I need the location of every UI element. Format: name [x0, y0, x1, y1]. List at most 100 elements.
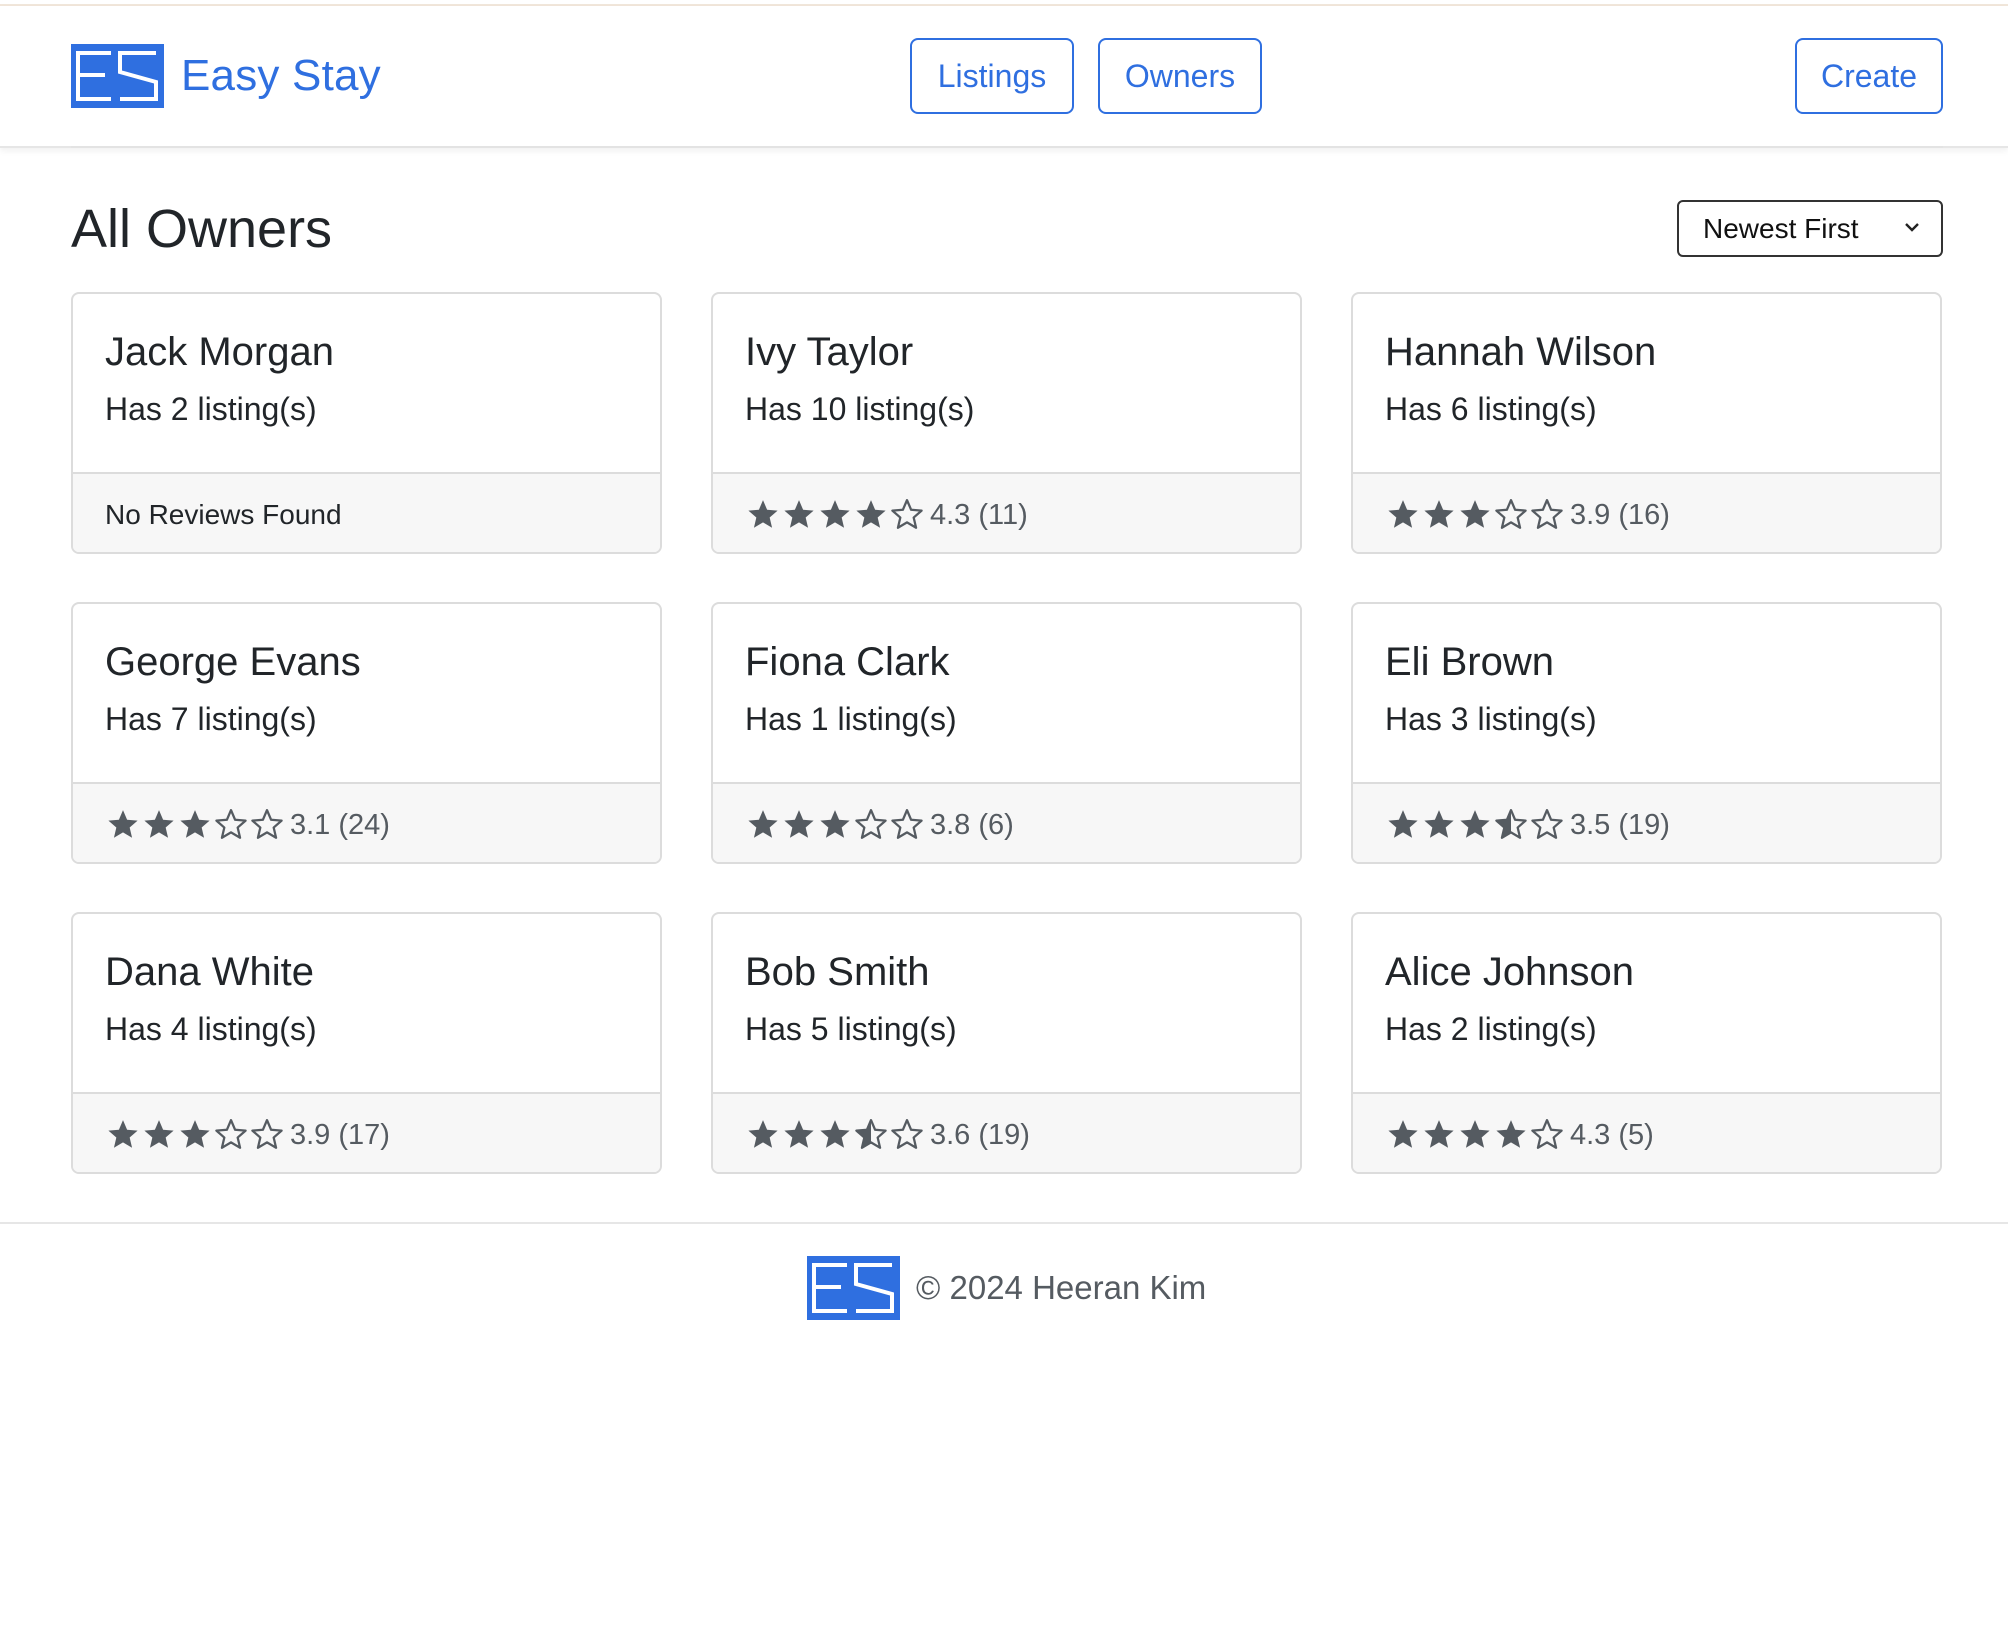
star-half-icon — [855, 1118, 887, 1149]
listings-button[interactable]: Listings — [910, 38, 1074, 114]
es-logo-icon — [71, 44, 164, 108]
star-filled-icon — [820, 1120, 850, 1148]
rating-stars: 3.8 (6) — [745, 808, 1014, 842]
star-empty-icon — [251, 808, 283, 839]
owner-name[interactable]: Dana White — [105, 948, 628, 996]
owner-name[interactable]: Hannah Wilson — [1385, 328, 1908, 376]
owner-card-footer: 3.5 (19) — [1353, 782, 1940, 862]
owner-card[interactable]: Alice Johnson Has 2 listing(s) 4.3 (5) — [1351, 912, 1942, 1174]
owner-card[interactable]: Jack Morgan Has 2 listing(s) No Reviews … — [71, 292, 662, 554]
owner-card[interactable]: Bob Smith Has 5 listing(s) 3.6 (19) — [711, 912, 1302, 1174]
listing-count: Has 7 listing(s) — [105, 701, 317, 737]
star-filled-icon — [748, 1120, 778, 1148]
brand-link[interactable]: Easy Stay — [71, 44, 381, 108]
owner-card-footer: 3.6 (19) — [713, 1092, 1300, 1172]
star-filled-icon — [1388, 1120, 1418, 1148]
rating-stars: 3.1 (24) — [105, 808, 390, 842]
star-empty-icon — [1531, 1118, 1563, 1149]
owner-card-body: Hannah Wilson Has 6 listing(s) — [1353, 294, 1940, 472]
owner-card-footer: 3.8 (6) — [713, 782, 1300, 862]
star-filled-icon — [144, 810, 174, 838]
owner-card-footer: 4.3 (11) — [713, 472, 1300, 552]
owner-name[interactable]: Bob Smith — [745, 948, 1268, 996]
rating-text: 3.1 (24) — [290, 808, 390, 841]
owner-card-body: Eli Brown Has 3 listing(s) — [1353, 604, 1940, 782]
owner-name[interactable]: Jack Morgan — [105, 328, 628, 376]
star-filled-icon — [180, 810, 210, 838]
star-filled-icon — [108, 810, 138, 838]
star-empty-icon — [1531, 808, 1563, 839]
owner-card[interactable]: Hannah Wilson Has 6 listing(s) 3.9 (16) — [1351, 292, 1942, 554]
star-filled-icon — [1496, 1120, 1526, 1148]
rating-stars: 3.9 (17) — [105, 1118, 390, 1152]
listing-count: Has 10 listing(s) — [745, 391, 975, 427]
rating-stars: 4.3 (5) — [1385, 1118, 1654, 1152]
owner-name[interactable]: Eli Brown — [1385, 638, 1908, 686]
star-empty-icon — [1495, 498, 1527, 529]
owners-button[interactable]: Owners — [1098, 38, 1262, 114]
owner-card[interactable]: Dana White Has 4 listing(s) 3.9 (17) — [71, 912, 662, 1174]
star-filled-icon — [1388, 500, 1418, 528]
listing-count: Has 5 listing(s) — [745, 1011, 957, 1047]
rating-text: 3.9 (16) — [1570, 498, 1670, 531]
star-filled-icon — [856, 500, 886, 528]
rating-text: 4.3 (11) — [930, 498, 1028, 531]
owner-card[interactable]: Eli Brown Has 3 listing(s) 3.5 (19) — [1351, 602, 1942, 864]
star-filled-icon — [820, 500, 850, 528]
brand-name: Easy Stay — [181, 51, 381, 100]
star-filled-icon — [1460, 1120, 1490, 1148]
owner-card-body: Alice Johnson Has 2 listing(s) — [1353, 914, 1940, 1092]
star-filled-icon — [1460, 810, 1490, 838]
star-filled-icon — [1424, 500, 1454, 528]
owner-card-body: Jack Morgan Has 2 listing(s) — [73, 294, 660, 472]
owner-card[interactable]: George Evans Has 7 listing(s) 3.1 (24) — [71, 602, 662, 864]
star-filled-icon — [784, 500, 814, 528]
create-button[interactable]: Create — [1795, 38, 1943, 114]
star-empty-icon — [855, 808, 887, 839]
owner-name[interactable]: Alice Johnson — [1385, 948, 1908, 996]
star-empty-icon — [215, 808, 247, 839]
star-filled-icon — [1460, 500, 1490, 528]
header-divider — [71, 146, 1943, 148]
owner-card[interactable]: Ivy Taylor Has 10 listing(s) 4.3 (11) — [711, 292, 1302, 554]
star-filled-icon — [1424, 810, 1454, 838]
rating-text: 3.5 (19) — [1570, 808, 1670, 841]
rating-text: 4.3 (5) — [1570, 1118, 1654, 1151]
star-filled-icon — [784, 810, 814, 838]
owner-name[interactable]: Ivy Taylor — [745, 328, 1268, 376]
owner-card-body: Bob Smith Has 5 listing(s) — [713, 914, 1300, 1092]
footer-divider — [0, 1222, 2008, 1224]
navbar: Easy Stay Listings Owners Create — [0, 6, 2008, 148]
rating-text: 3.6 (19) — [930, 1118, 1030, 1151]
star-empty-icon — [215, 1118, 247, 1149]
owner-name[interactable]: Fiona Clark — [745, 638, 1268, 686]
copyright-text: © 2024 Heeran Kim — [916, 1269, 1207, 1306]
rating-stars: 4.3 (11) — [745, 498, 1028, 532]
star-filled-icon — [748, 810, 778, 838]
star-empty-icon — [251, 1118, 283, 1149]
rating-stars: 3.9 (16) — [1385, 498, 1670, 532]
owner-card-footer: 3.9 (17) — [73, 1092, 660, 1172]
rating-stars: 3.6 (19) — [745, 1118, 1030, 1152]
star-empty-icon — [891, 498, 923, 529]
star-empty-icon — [1531, 498, 1563, 529]
no-reviews-text: No Reviews Found — [105, 499, 342, 530]
owner-card[interactable]: Fiona Clark Has 1 listing(s) 3.8 (6) — [711, 602, 1302, 864]
listing-count: Has 3 listing(s) — [1385, 701, 1597, 737]
page-title: All Owners — [71, 199, 333, 259]
star-filled-icon — [180, 1120, 210, 1148]
star-filled-icon — [820, 810, 850, 838]
rating-stars: 3.5 (19) — [1385, 808, 1670, 842]
owner-name[interactable]: George Evans — [105, 638, 628, 686]
owner-card-body: George Evans Has 7 listing(s) — [73, 604, 660, 782]
sort-select[interactable]: Newest First — [1677, 200, 1943, 257]
chevron-down-icon — [1905, 223, 1919, 232]
owner-card-footer: 3.9 (16) — [1353, 472, 1940, 552]
star-filled-icon — [784, 1120, 814, 1148]
star-empty-icon — [891, 1118, 923, 1149]
star-filled-icon — [1424, 1120, 1454, 1148]
owner-card-body: Ivy Taylor Has 10 listing(s) — [713, 294, 1300, 472]
star-filled-icon — [1388, 810, 1418, 838]
owner-card-body: Dana White Has 4 listing(s) — [73, 914, 660, 1092]
owner-card-footer: 3.1 (24) — [73, 782, 660, 862]
